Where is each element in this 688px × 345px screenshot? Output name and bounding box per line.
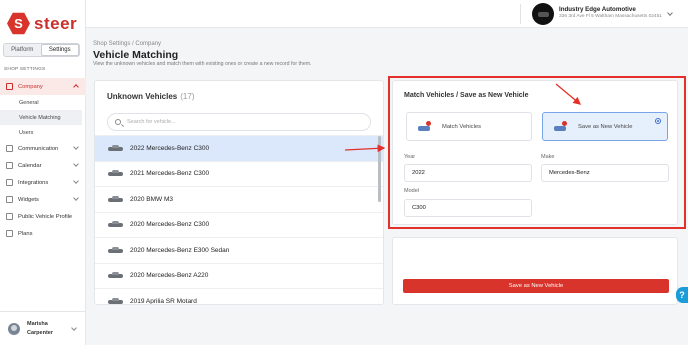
car-icon xyxy=(6,213,13,220)
vehicle-name: 2020 Mercedes-Benz E300 Sedan xyxy=(130,246,230,254)
sidebar-item-widgets[interactable]: Widgets xyxy=(0,191,86,208)
sidebar-item-public-vehicle-profile[interactable]: Public Vehicle Profile xyxy=(0,208,86,225)
sidebar-item-company[interactable]: Company xyxy=(0,78,86,95)
shop-settings-label: SHOP SETTINGS xyxy=(4,67,46,72)
user-last-name: Carpenter xyxy=(27,329,53,336)
vehicle-name: 2022 Mercedes-Benz C300 xyxy=(130,144,210,152)
sidebar-subitem-vehicle-matching[interactable]: Vehicle Matching xyxy=(0,110,82,125)
car-icon xyxy=(108,195,123,203)
vehicle-row[interactable]: 2019 Aprilia SR Motard xyxy=(95,288,383,305)
car-icon xyxy=(108,170,123,177)
chevron-down-icon xyxy=(71,325,77,331)
unknown-vehicles-title: Unknown Vehicles (17) xyxy=(107,92,194,101)
avatar xyxy=(8,322,20,335)
save-panel: Save as New Vehicle xyxy=(392,237,678,305)
user-menu[interactable]: Marisha Carpenter xyxy=(0,311,86,345)
vehicle-row[interactable]: 2020 Mercedes-Benz C300 xyxy=(95,211,383,238)
sidebar-item-calendar[interactable]: Calendar xyxy=(0,157,86,174)
vehicle-name: 2020 BMW M3 xyxy=(130,195,173,203)
chevron-up-icon xyxy=(73,84,79,90)
vehicle-list: 2022 Mercedes-Benz C300 2021 Mercedes-Be… xyxy=(95,135,383,305)
sidebar: S steer Platform Settings SHOP SETTINGS … xyxy=(0,0,86,345)
save-as-new-vehicle-button[interactable]: Save as New Vehicle xyxy=(403,279,669,293)
shop-name[interactable]: Industry Edge Automotive xyxy=(559,6,636,13)
page-description: View the unknown vehicles and match them… xyxy=(93,61,312,67)
steer-logo-icon: S xyxy=(7,12,30,35)
topbar-divider xyxy=(520,4,521,24)
sidebar-item-integrations[interactable]: Integrations xyxy=(0,174,86,191)
chevron-down-icon xyxy=(73,144,79,150)
sidebar-item-label: Company xyxy=(18,83,43,90)
user-first-name: Marisha xyxy=(27,320,48,327)
vehicle-row[interactable]: 2022 Mercedes-Benz C300 xyxy=(95,135,383,161)
shop-address: 336 3rd Ave Fl 5 Waltham Massachusetts 0… xyxy=(559,14,662,19)
chevron-down-icon xyxy=(73,178,79,184)
vehicle-row[interactable]: 2020 Mercedes-Benz E300 Sedan xyxy=(95,237,383,263)
unknown-vehicles-count: (17) xyxy=(180,92,195,101)
settings-tab[interactable]: Settings xyxy=(40,44,79,56)
car-icon xyxy=(108,272,123,279)
vehicle-search xyxy=(107,113,371,131)
sidebar-item-label: Public Vehicle Profile xyxy=(18,213,73,220)
chevron-down-icon[interactable] xyxy=(667,10,673,16)
unknown-vehicles-label: Unknown Vehicles xyxy=(107,92,178,101)
user-name: Marisha Carpenter xyxy=(27,320,53,338)
vehicle-list-scrollbar[interactable] xyxy=(378,136,381,202)
topbar: Industry Edge Automotive 336 3rd Ave Fl … xyxy=(86,0,688,28)
vehicle-name: 2020 Mercedes-Benz C300 xyxy=(130,221,210,229)
vehicle-row[interactable]: 2020 BMW M3 xyxy=(95,186,383,212)
megaphone-icon xyxy=(6,145,13,152)
widgets-icon xyxy=(6,196,13,203)
car-icon xyxy=(108,297,123,304)
vehicle-name: 2021 Mercedes-Benz C300 xyxy=(130,170,210,178)
vehicle-search-input[interactable] xyxy=(127,119,327,125)
breadcrumb: Shop Settings / Company xyxy=(93,41,162,47)
sidebar-item-plans[interactable]: Plans xyxy=(0,225,86,242)
building-icon xyxy=(6,83,13,90)
sidebar-item-label: Plans xyxy=(18,230,33,237)
sidebar-subitem-users[interactable]: Users xyxy=(0,125,86,140)
sidebar-item-label: Integrations xyxy=(18,179,49,186)
sidebar-item-label: Communication xyxy=(18,145,59,152)
car-icon xyxy=(108,246,123,254)
platform-settings-toggle: Platform Settings xyxy=(3,43,80,57)
help-button[interactable]: ? xyxy=(676,287,688,303)
annotation-highlight-box xyxy=(388,76,686,229)
car-icon xyxy=(537,11,549,17)
sidebar-nav: Company General Vehicle Matching Users C… xyxy=(0,78,86,242)
search-icon xyxy=(115,119,121,125)
sidebar-item-communication[interactable]: Communication xyxy=(0,140,86,157)
platform-tab[interactable]: Platform xyxy=(4,44,41,56)
sidebar-item-label: Widgets xyxy=(18,196,39,203)
sidebar-item-label: Calendar xyxy=(18,162,42,169)
steer-logo[interactable]: S steer xyxy=(7,12,77,35)
page-title: Vehicle Matching xyxy=(93,49,179,61)
vehicle-row[interactable]: 2020 Mercedes-Benz A220 xyxy=(95,262,383,289)
car-icon xyxy=(108,144,123,152)
calendar-icon xyxy=(6,162,13,169)
sidebar-subitem-general[interactable]: General xyxy=(0,95,86,110)
steer-logo-text: steer xyxy=(34,13,78,33)
vehicle-row[interactable]: 2021 Mercedes-Benz C300 xyxy=(95,160,383,187)
vehicle-name: 2020 Mercedes-Benz A220 xyxy=(130,272,209,280)
car-icon xyxy=(108,221,123,228)
unknown-vehicles-panel: Unknown Vehicles(17) 2022 Mercedes-Benz … xyxy=(94,80,384,305)
chevron-down-icon xyxy=(73,195,79,201)
integrations-icon xyxy=(6,179,13,186)
shop-logo xyxy=(532,3,554,25)
vehicle-name: 2019 Aprilia SR Motard xyxy=(130,297,197,305)
chevron-down-icon xyxy=(73,161,79,167)
plans-icon xyxy=(6,230,13,237)
